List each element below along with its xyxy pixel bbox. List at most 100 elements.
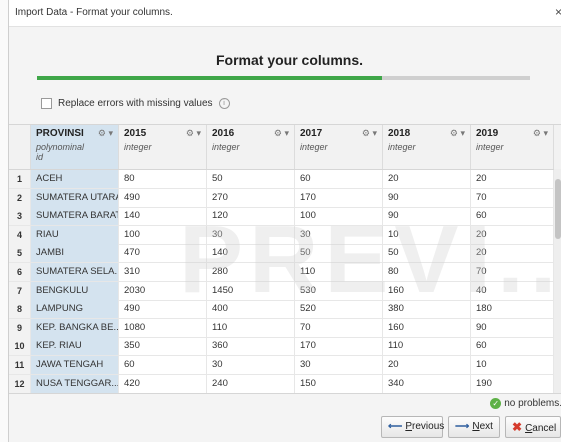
next-mnemonic: N (472, 421, 480, 432)
scrollbar-thumb[interactable] (555, 179, 561, 239)
table-cell: JAMBI (31, 244, 119, 263)
cancel-x-icon: ✖ (512, 420, 523, 434)
column-type: integer (476, 142, 504, 152)
next-label-rest: ext (479, 421, 493, 432)
column-header[interactable]: 2016 integer ⚙ ▾ (207, 125, 295, 169)
table-cell: 70 (471, 188, 554, 207)
column-settings-icon[interactable]: ⚙ ▾ (98, 128, 113, 139)
window-title: Import Data - Format your columns. (15, 7, 173, 18)
table-cell: 40 (471, 281, 554, 300)
table-row[interactable]: 10 KEP. RIAU 350 360 170 110 60 (9, 337, 561, 357)
table-cell: 70 (295, 318, 383, 337)
row-number: 11 (9, 356, 31, 374)
table-cell: ACEH (31, 170, 119, 188)
replace-errors-option: Replace errors with missing values i (41, 98, 230, 112)
table-cell: 20 (471, 170, 554, 188)
column-header[interactable]: 2015 integer ⚙ ▾ (119, 125, 207, 169)
column-header[interactable]: 2017 integer ⚙ ▾ (295, 125, 383, 169)
data-preview-table: PROVINSI polynominal id ⚙ ▾ 2015 integer ⚙ ▾ 20… (9, 124, 561, 394)
table-cell: 270 (207, 188, 295, 207)
table-cell: 30 (295, 356, 383, 374)
title-bar: Import Data - Format your columns. × (9, 0, 561, 27)
previous-button[interactable]: ⟵ Previous (381, 416, 444, 438)
table-cell: 520 (295, 300, 383, 319)
table-cell: NUSA TENGGAR... (31, 374, 119, 393)
table-cell: 110 (383, 337, 471, 356)
table-cell: 60 (471, 207, 554, 226)
table-cell: 350 (119, 337, 207, 356)
table-cell: 20 (471, 244, 554, 263)
column-settings-icon[interactable]: ⚙ ▾ (362, 128, 377, 139)
table-cell: 10 (383, 225, 471, 244)
previous-mnemonic: P (405, 421, 413, 432)
table-row[interactable]: 7 BENGKULU 2030 1450 530 160 40 (9, 281, 561, 301)
table-cell: 60 (119, 356, 207, 374)
table-cell: 470 (119, 244, 207, 263)
table-header: PROVINSI polynominal id ⚙ ▾ 2015 integer ⚙ ▾ 20… (9, 125, 561, 170)
table-row[interactable]: 8 LAMPUNG 490 400 520 380 180 (9, 300, 561, 320)
table-cell: 380 (383, 300, 471, 319)
table-cell: 310 (119, 263, 207, 281)
next-button[interactable]: ⟶ Next (448, 416, 500, 438)
table-cell: 100 (119, 225, 207, 244)
table-cell: 190 (471, 374, 554, 393)
column-settings-icon[interactable]: ⚙ ▾ (533, 128, 548, 139)
column-type: integer (124, 142, 152, 152)
column-settings-icon[interactable]: ⚙ ▾ (450, 128, 465, 139)
column-role: id (36, 152, 44, 162)
column-type: integer (212, 142, 240, 152)
table-cell: 180 (471, 300, 554, 319)
replace-errors-checkbox[interactable] (41, 98, 52, 109)
table-cell: LAMPUNG (31, 300, 119, 319)
table-cell: 530 (295, 281, 383, 300)
table-cell: 90 (383, 207, 471, 226)
table-cell: 20 (383, 356, 471, 374)
table-cell: 1080 (119, 318, 207, 337)
table-cell: 100 (295, 207, 383, 226)
table-cell: RIAU (31, 225, 119, 244)
table-cell: 1450 (207, 281, 295, 300)
table-cell: 170 (295, 188, 383, 207)
cancel-button[interactable]: ✖ Cancel (505, 416, 561, 438)
row-number: 2 (9, 188, 31, 207)
table-cell: 120 (207, 207, 295, 226)
row-number: 3 (9, 207, 31, 226)
close-icon[interactable]: × (555, 5, 561, 19)
status-text: no problems. (504, 398, 561, 410)
step-heading: Format your columns. (215, 52, 364, 68)
table-cell: 20 (383, 170, 471, 188)
column-header[interactable]: 2018 integer ⚙ ▾ (383, 125, 471, 169)
table-cell: 240 (207, 374, 295, 393)
table-row[interactable]: 1 ACEH 80 50 60 20 20 (9, 170, 561, 189)
table-row[interactable]: 11 JAWA TENGAH 60 30 30 20 10 (9, 356, 561, 375)
row-number: 1 (9, 170, 31, 188)
column-settings-icon[interactable]: ⚙ ▾ (274, 128, 289, 139)
table-cell: 110 (295, 263, 383, 281)
table-row[interactable]: 3 SUMATERA BARAT 140 120 100 90 60 (9, 207, 561, 227)
table-cell: 80 (383, 263, 471, 281)
table-row[interactable]: 12 NUSA TENGGAR... 420 240 150 340 190 (9, 374, 561, 393)
vertical-scrollbar[interactable] (554, 169, 561, 393)
table-row[interactable]: 2 SUMATERA UTARA 490 270 170 90 70 (9, 188, 561, 208)
table-cell: 490 (119, 188, 207, 207)
table-row[interactable]: 6 SUMATERA SELA... 310 280 110 80 70 (9, 263, 561, 282)
column-header[interactable]: PROVINSI polynominal id ⚙ ▾ (31, 125, 119, 169)
column-settings-icon[interactable]: ⚙ ▾ (186, 128, 201, 139)
import-dialog: Import Data - Format your columns. × For… (8, 0, 561, 442)
info-icon[interactable]: i (218, 98, 230, 109)
table-row[interactable]: 9 KEP. BANGKA BE... 1080 110 70 160 90 (9, 318, 561, 338)
column-header[interactable]: 2019 integer ⚙ ▾ (471, 125, 554, 169)
row-number: 6 (9, 263, 31, 281)
table-row[interactable]: 4 RIAU 100 30 30 10 20 (9, 225, 561, 245)
wizard-progress-fill (37, 76, 383, 80)
table-cell: 50 (207, 170, 295, 188)
table-cell: 50 (295, 244, 383, 263)
table-cell: 140 (119, 207, 207, 226)
cancel-label-rest: ancel (532, 423, 557, 434)
table-row[interactable]: 5 JAMBI 470 140 50 50 20 (9, 244, 561, 264)
table-cell: KEP. RIAU (31, 337, 119, 356)
table-cell: 160 (383, 281, 471, 300)
column-type: integer (388, 142, 416, 152)
table-cell: 50 (383, 244, 471, 263)
wizard-progress-bar (37, 76, 530, 80)
